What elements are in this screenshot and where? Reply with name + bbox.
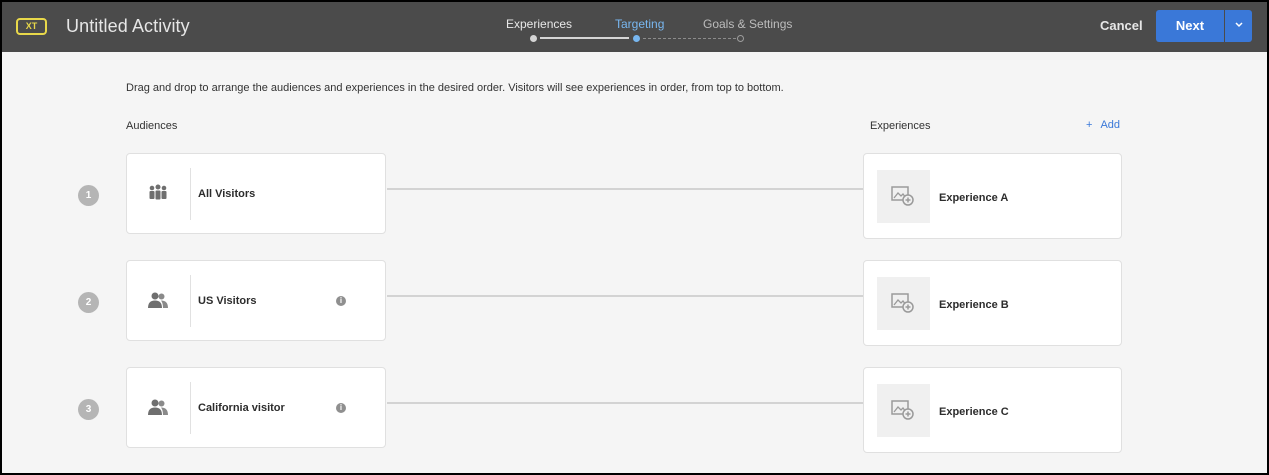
users-icon	[148, 292, 168, 308]
experiences-heading: Experiences	[870, 120, 931, 132]
audience-name: California visitor	[198, 402, 285, 414]
audience-name: All Visitors	[198, 188, 256, 200]
audiences-heading: Audiences	[126, 120, 178, 132]
audience-card[interactable]: US Visitors i	[126, 260, 386, 341]
plus-icon: +	[1086, 119, 1093, 131]
experience-card[interactable]: Experience B	[863, 260, 1122, 346]
card-divider	[190, 382, 191, 434]
experience-card[interactable]: Experience A	[863, 153, 1122, 239]
experience-name: Experience C	[939, 406, 1009, 418]
experience-thumbnail	[877, 277, 930, 330]
activity-type-badge: XT	[16, 18, 47, 35]
next-dropdown-button[interactable]	[1225, 10, 1252, 42]
experience-card[interactable]: Experience C	[863, 367, 1122, 453]
experience-thumbnail	[877, 384, 930, 437]
cancel-button[interactable]: Cancel	[1100, 18, 1143, 33]
row-number: 3	[78, 399, 99, 420]
row-number: 2	[78, 292, 99, 313]
audience-card[interactable]: All Visitors	[126, 153, 386, 234]
group-icon	[149, 184, 167, 200]
audience-name: US Visitors	[198, 295, 257, 307]
next-button[interactable]: Next	[1156, 10, 1224, 42]
step-line-todo	[643, 38, 736, 39]
instructions-text: Drag and drop to arrange the audiences a…	[126, 82, 784, 94]
info-icon[interactable]: i	[336, 296, 346, 306]
card-divider	[190, 168, 191, 220]
image-add-icon	[891, 400, 914, 420]
chevron-down-icon	[1234, 22, 1243, 28]
mapping-connector	[387, 295, 864, 297]
top-bar: XT Untitled Activity Experiences Targeti…	[2, 2, 1267, 52]
step-experiences[interactable]: Experiences	[506, 17, 572, 31]
row-number: 1	[78, 185, 99, 206]
app-window: XT Untitled Activity Experiences Targeti…	[2, 2, 1267, 473]
mapping-connector	[387, 188, 864, 190]
experience-name: Experience B	[939, 299, 1009, 311]
experience-name: Experience A	[939, 192, 1009, 204]
image-add-icon	[891, 293, 914, 313]
step-line-done	[540, 37, 629, 39]
add-label: Add	[1100, 119, 1121, 131]
step-dot-targeting	[633, 35, 640, 42]
image-add-icon	[891, 186, 914, 206]
card-divider	[190, 275, 191, 327]
step-progress: Experiences Targeting Goals & Settings	[502, 2, 802, 52]
audience-card[interactable]: California visitor i	[126, 367, 386, 448]
mapping-connector	[387, 402, 864, 404]
add-experience-button[interactable]: + Add	[1086, 119, 1120, 131]
info-icon[interactable]: i	[336, 403, 346, 413]
step-targeting[interactable]: Targeting	[615, 17, 664, 31]
step-dot-goals	[737, 35, 744, 42]
activity-title[interactable]: Untitled Activity	[66, 16, 190, 37]
experience-thumbnail	[877, 170, 930, 223]
step-goals-settings[interactable]: Goals & Settings	[703, 17, 792, 31]
step-dot-experiences	[530, 35, 537, 42]
users-icon	[148, 399, 168, 415]
